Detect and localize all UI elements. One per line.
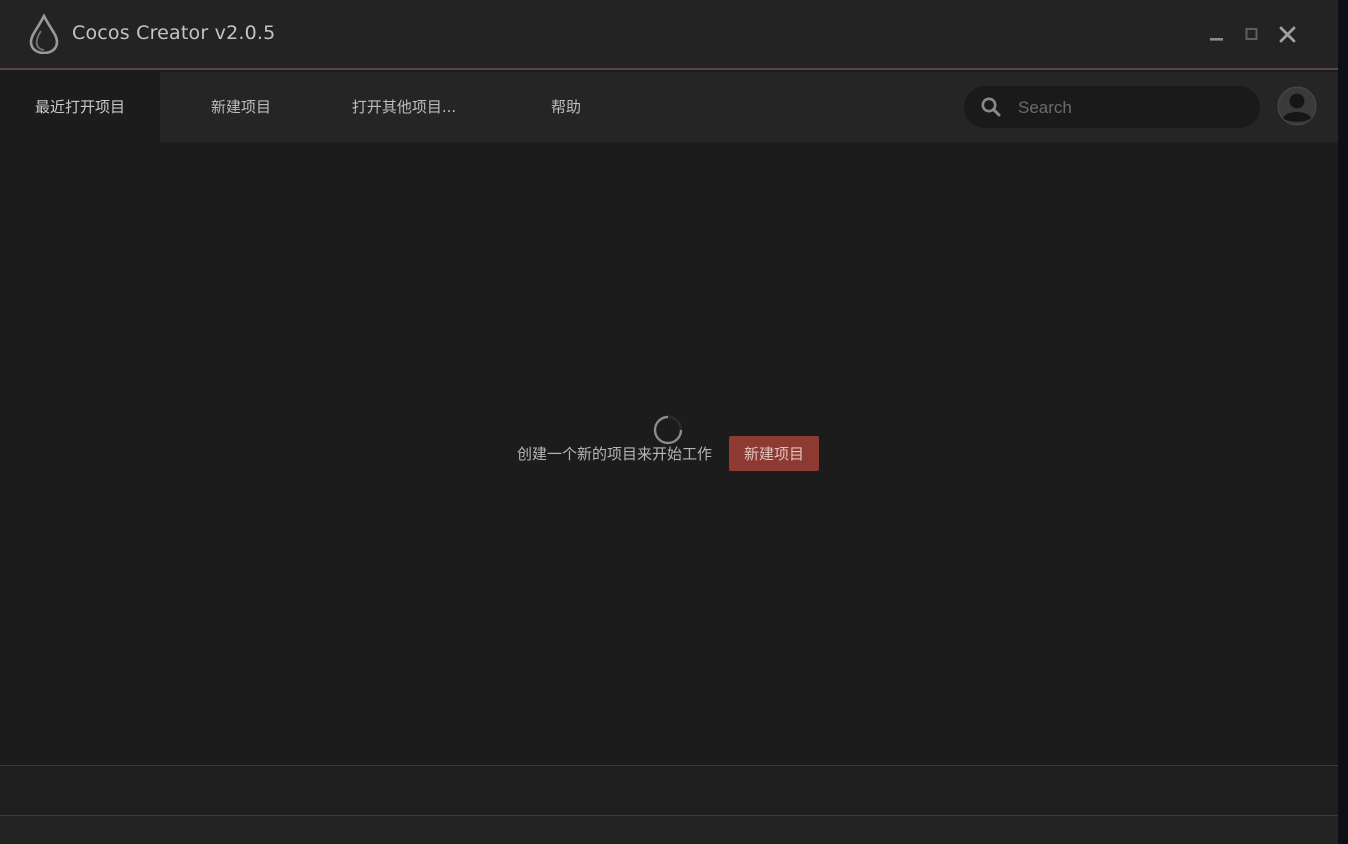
bottom-strip bbox=[0, 816, 1338, 844]
maximize-icon[interactable] bbox=[1238, 20, 1266, 48]
tab-recent-projects[interactable]: 最近打开项目 bbox=[0, 72, 160, 142]
tab-open-other-project[interactable]: 打开其他项目... bbox=[330, 72, 478, 142]
create-project-button[interactable]: 新建项目 bbox=[729, 436, 820, 471]
desktop-background-edge bbox=[1338, 0, 1348, 844]
cocos-logo-icon bbox=[29, 14, 59, 54]
search-icon bbox=[981, 97, 1001, 117]
tab-new-project[interactable]: 新建项目 bbox=[180, 72, 302, 142]
launcher-window: Cocos Creator v2.0.5 最近打开项目 新建项目 打开其他项目.… bbox=[0, 0, 1338, 844]
user-avatar-icon[interactable] bbox=[1277, 86, 1317, 126]
nav-bar: 最近打开项目 新建项目 打开其他项目... 帮助 bbox=[0, 72, 1338, 142]
tab-help[interactable]: 帮助 bbox=[520, 72, 612, 142]
empty-state-message: 创建一个新的项目来开始工作 bbox=[517, 445, 713, 463]
minimize-icon[interactable] bbox=[1203, 20, 1231, 48]
search-box[interactable] bbox=[964, 86, 1260, 128]
footer-bar bbox=[0, 765, 1338, 816]
empty-state: 创建一个新的项目来开始工作 新建项目 bbox=[517, 436, 820, 471]
recent-projects-panel: 创建一个新的项目来开始工作 新建项目 bbox=[0, 142, 1338, 765]
app-title: Cocos Creator v2.0.5 bbox=[72, 22, 276, 44]
title-bar[interactable]: Cocos Creator v2.0.5 bbox=[0, 0, 1338, 70]
search-input[interactable] bbox=[1016, 92, 1250, 124]
close-icon[interactable] bbox=[1274, 20, 1302, 48]
